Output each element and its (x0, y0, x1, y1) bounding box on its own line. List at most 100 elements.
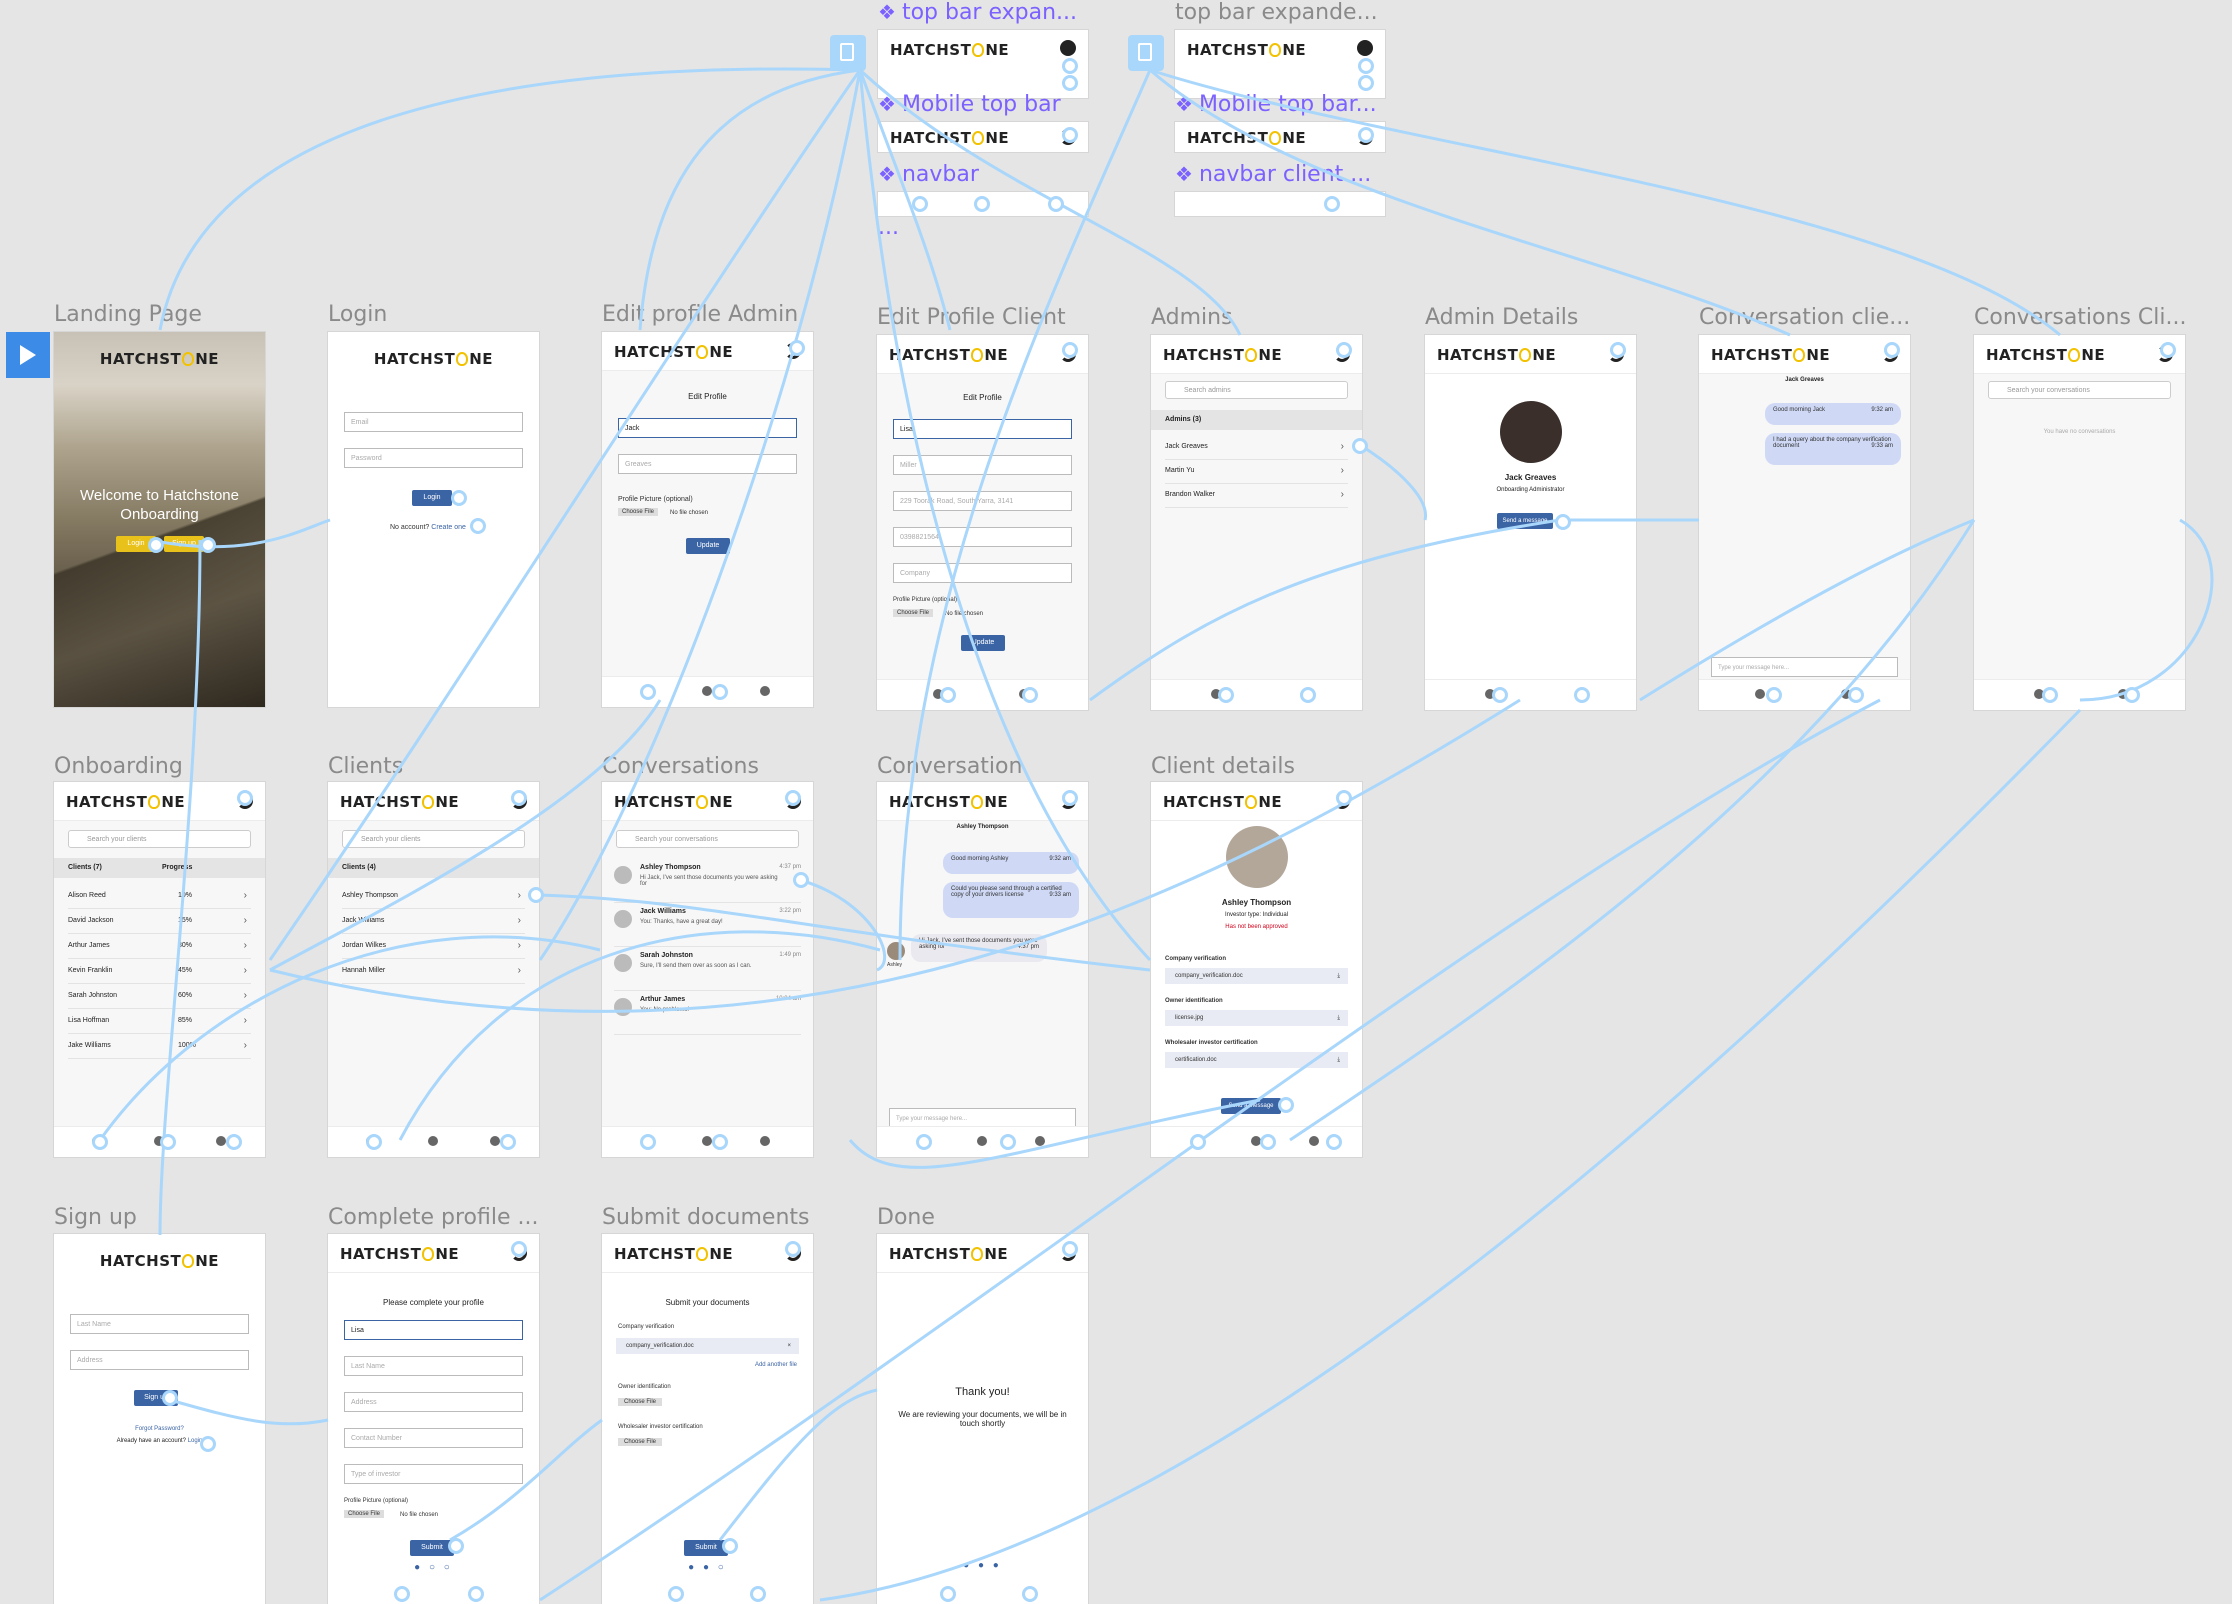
connection-handle[interactable] (237, 790, 253, 806)
frame-label-conversation[interactable]: Conversation (877, 754, 1022, 779)
component-set-icon[interactable] (830, 35, 866, 71)
file-item[interactable]: license.jpg ⤓ (1165, 1010, 1348, 1026)
profile-icon[interactable] (977, 1136, 987, 1146)
connection-handle[interactable] (451, 490, 467, 506)
choose-file-button[interactable]: Choose File (618, 1398, 663, 1406)
email-field[interactable]: Email (344, 412, 523, 432)
list-item[interactable]: Jack Williams › (342, 909, 525, 934)
choose-file-button[interactable]: Choose File (618, 508, 659, 516)
connection-handle[interactable] (940, 1586, 956, 1602)
connection-handle[interactable] (1555, 514, 1571, 530)
frame-label-edit-profile-client[interactable]: Edit Profile Client (877, 305, 1066, 330)
choose-file-button[interactable]: Choose File (344, 1510, 385, 1518)
frame-complete-profile[interactable]: HATCHST NE Please complete your profile L… (328, 1234, 539, 1604)
messages-icon[interactable] (1309, 1136, 1319, 1146)
connection-handle[interactable] (712, 684, 728, 700)
search-input[interactable]: Search your clients (68, 830, 251, 848)
connection-handle[interactable] (1062, 1241, 1078, 1257)
signup-button[interactable]: Sign up (164, 536, 204, 552)
connection-handle[interactable] (1610, 342, 1626, 358)
last-name-field[interactable]: Last Name (344, 1356, 523, 1376)
table-row[interactable]: Kevin Franklin 45% › (68, 959, 251, 984)
profile-icon[interactable] (702, 686, 712, 696)
frame-conversations-client[interactable]: HATCHST NE Search your conversations You … (1974, 335, 2185, 710)
connection-handle[interactable] (1278, 1097, 1294, 1113)
connection-handle[interactable] (1336, 342, 1352, 358)
connection-handle[interactable] (789, 340, 805, 356)
phone-field[interactable]: 0398821564 (893, 527, 1072, 547)
search-input[interactable]: Search admins (1165, 381, 1348, 399)
list-item[interactable]: Martin Yu › (1165, 459, 1348, 484)
connection-handle[interactable] (1358, 127, 1374, 143)
frame-login[interactable]: HATCHST NE Email Password Login No accoun… (328, 332, 539, 707)
connection-handle[interactable] (1352, 438, 1368, 454)
frame-label-login[interactable]: Login (328, 302, 387, 327)
component-label-mobile-top-bar[interactable]: ❖ Mobile top bar (878, 92, 1061, 117)
component-label-navbar[interactable]: ❖ navbar (878, 162, 979, 187)
connection-handle[interactable] (226, 1134, 242, 1150)
connection-handle[interactable] (940, 687, 956, 703)
first-name-field[interactable]: Lisa (893, 419, 1072, 439)
frame-label-client-details[interactable]: Client details (1151, 754, 1295, 779)
connection-handle[interactable] (148, 537, 164, 553)
connection-handle[interactable] (916, 1134, 932, 1150)
address-field[interactable]: Address (70, 1350, 249, 1370)
present-prototype-button[interactable] (6, 332, 50, 378)
connection-handle[interactable] (1358, 75, 1374, 91)
frame-label-landing[interactable]: Landing Page (54, 302, 202, 327)
investor-type-select[interactable]: Company (893, 563, 1072, 583)
connection-handle[interactable] (1062, 127, 1078, 143)
first-name-field[interactable]: Lisa (344, 1320, 523, 1340)
connection-handle[interactable] (1260, 1134, 1276, 1150)
frame-label-submit-documents[interactable]: Submit documents (602, 1205, 810, 1230)
conversation-item[interactable]: Jack Williams 3:22 pm You: Thanks, have a … (614, 904, 801, 947)
frame-label-conversation-client[interactable]: Conversation clie... (1699, 305, 1910, 330)
connection-handle[interactable] (394, 1586, 410, 1602)
component-label-navbar-client[interactable]: ❖ navbar client ... (1175, 162, 1371, 187)
connection-handle[interactable] (785, 1241, 801, 1257)
profile-icon[interactable] (1357, 40, 1373, 56)
connection-handle[interactable] (1336, 790, 1352, 806)
frame-conversation-client[interactable]: HATCHST NE Jack Greaves Good morning Jack… (1699, 335, 1910, 710)
connection-handle[interactable] (162, 1390, 178, 1406)
connection-handle[interactable] (2124, 687, 2140, 703)
frame-done[interactable]: HATCHST NE Thank you! We are reviewing yo… (877, 1234, 1088, 1604)
table-row[interactable]: Jake Williams 100% › (68, 1034, 251, 1059)
connection-handle[interactable] (640, 1134, 656, 1150)
connection-handle[interactable] (1000, 1134, 1016, 1150)
search-input[interactable]: Search your clients (342, 830, 525, 848)
download-icon[interactable]: ⤓ (1337, 1010, 1340, 1026)
first-name-field[interactable]: Jack (618, 418, 797, 438)
frame-label-clients[interactable]: Clients (328, 754, 403, 779)
frame-signup[interactable]: HATCHST NE Last Name Address Sign up Forg… (54, 1234, 265, 1604)
connection-handle[interactable] (712, 1134, 728, 1150)
last-name-field[interactable]: Last Name (70, 1314, 249, 1334)
frame-label-admin-details[interactable]: Admin Details (1425, 305, 1578, 330)
table-row[interactable]: Arthur James 30% › (68, 934, 251, 959)
connection-handle[interactable] (500, 1134, 516, 1150)
table-row[interactable]: Lisa Hoffman 85% › (68, 1009, 251, 1034)
frame-edit-profile-admin[interactable]: HATCHST NE Edit Profile Jack Greaves Prof… (602, 332, 813, 707)
component-top-bar-expanded[interactable]: HATCHST NE (878, 30, 1088, 98)
connection-handle[interactable] (468, 1586, 484, 1602)
connection-handle[interactable] (1218, 687, 1234, 703)
component-label-top-bar-expanded-2[interactable]: top bar expande... (1175, 0, 1378, 25)
prototype-canvas[interactable]: ❖ top bar expan... HATCHST NE ❖ Mobile top … (0, 0, 2232, 1604)
connection-handle[interactable] (1766, 687, 1782, 703)
send-message-button[interactable]: Send a message (1221, 1098, 1281, 1114)
remove-file-icon[interactable]: × (787, 1338, 791, 1354)
file-item[interactable]: certification.doc ⤓ (1165, 1052, 1348, 1068)
list-item[interactable]: Jordan Wilkes › (342, 934, 525, 959)
profile-icon[interactable] (1060, 40, 1076, 56)
forgot-password-link[interactable]: Forgot Password? (54, 1426, 265, 1432)
connection-handle[interactable] (1884, 342, 1900, 358)
component-label-top-bar-expanded[interactable]: ❖ top bar expan... (878, 0, 1077, 25)
frame-label-complete-profile[interactable]: Complete profile ... (328, 1205, 538, 1230)
table-row[interactable]: David Jackson 15% › (68, 909, 251, 934)
connection-handle[interactable] (785, 790, 801, 806)
search-input[interactable]: Search your conversations (1988, 381, 2171, 399)
connection-handle[interactable] (200, 1436, 216, 1452)
connection-handle[interactable] (1300, 687, 1316, 703)
list-item[interactable]: Ashley Thompson › (342, 884, 525, 909)
connection-handle[interactable] (1022, 1586, 1038, 1602)
